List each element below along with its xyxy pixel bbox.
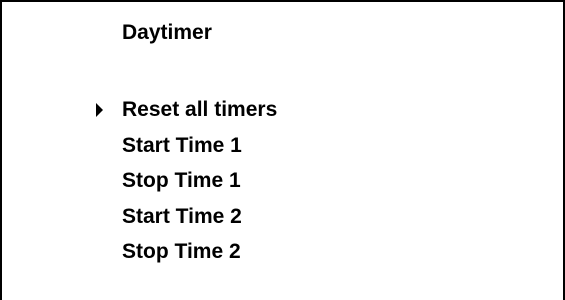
menu-item-label: Start Time 2 xyxy=(122,204,242,228)
menu-item-label: Reset all timers xyxy=(122,98,278,121)
selection-cursor-icon xyxy=(96,103,103,117)
lcd-screen: Daytimer Reset all timers Start Time 1 S… xyxy=(0,0,565,300)
menu-item-label: Start Time 1 xyxy=(122,133,242,157)
menu-item-label: Stop Time 1 xyxy=(122,169,241,192)
menu-item-label: Stop Time 2 xyxy=(122,240,241,263)
screen-title: Daytimer xyxy=(122,21,212,44)
